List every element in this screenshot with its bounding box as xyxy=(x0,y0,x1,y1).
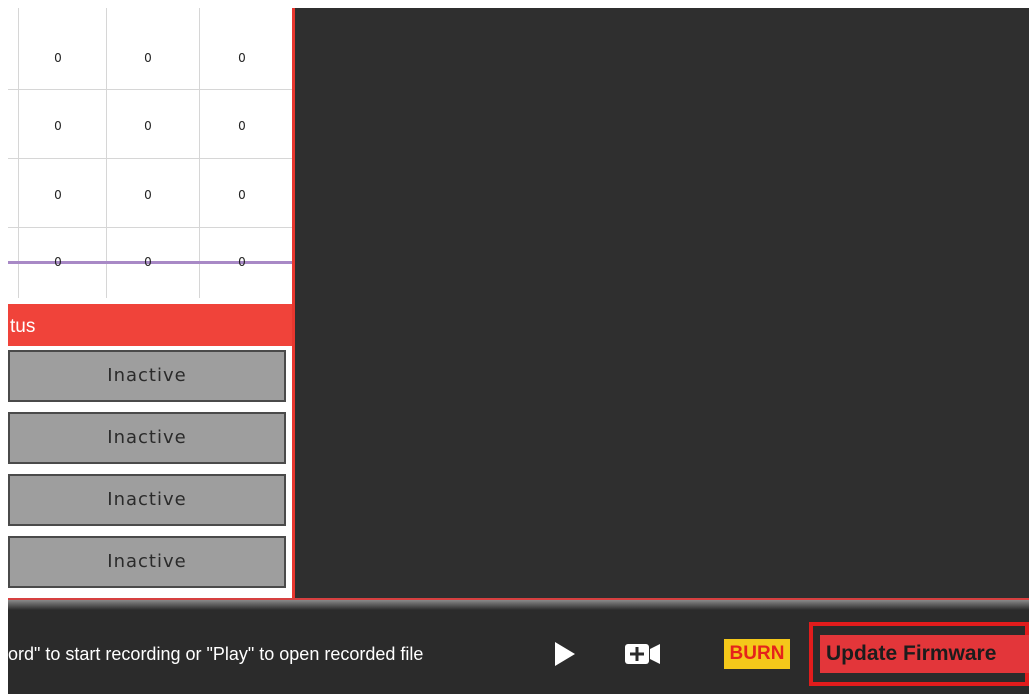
data-grid: 0 0 0 0 0 0 0 0 0 0 0 0 xyxy=(8,8,294,298)
grid-cell[interactable]: 0 xyxy=(28,185,88,205)
grid-cell[interactable]: 0 xyxy=(118,48,178,68)
grid-cell[interactable]: 0 xyxy=(212,252,272,272)
grid-row-line xyxy=(8,227,294,228)
grid-column-line xyxy=(199,8,200,298)
video-display-area xyxy=(295,8,1029,598)
status-item[interactable]: Inactive xyxy=(8,350,286,402)
record-button[interactable] xyxy=(625,642,661,666)
grid-cell[interactable]: 0 xyxy=(28,48,88,68)
grid-row-line xyxy=(8,158,294,159)
status-item[interactable]: Inactive xyxy=(8,474,286,526)
grid-column-line xyxy=(18,8,19,298)
grid-cell[interactable]: 0 xyxy=(212,116,272,136)
grid-cell[interactable]: 0 xyxy=(118,252,178,272)
status-item[interactable]: Inactive xyxy=(8,536,286,588)
grid-row-line xyxy=(8,89,294,90)
grid-cell[interactable]: 0 xyxy=(28,252,88,272)
grid-cell[interactable]: 0 xyxy=(118,185,178,205)
grid-cell[interactable]: 0 xyxy=(212,185,272,205)
grid-cell[interactable]: 0 xyxy=(28,116,88,136)
grid-cell[interactable]: 0 xyxy=(118,116,178,136)
grid-cell[interactable]: 0 xyxy=(212,48,272,68)
play-icon xyxy=(555,642,575,666)
update-firmware-button[interactable]: Update Firmware xyxy=(820,635,1029,673)
status-header: tus xyxy=(8,304,294,346)
left-panel: 0 0 0 0 0 0 0 0 0 0 0 0 tus Inactive Ina… xyxy=(8,8,294,598)
grid-column-line xyxy=(106,8,107,298)
camera-add-icon xyxy=(625,644,660,664)
status-list: Inactive Inactive Inactive Inactive xyxy=(8,346,294,598)
status-item[interactable]: Inactive xyxy=(8,412,286,464)
play-button[interactable] xyxy=(553,641,577,667)
app-window: 0 0 0 0 0 0 0 0 0 0 0 0 tus Inactive Ina… xyxy=(0,0,1029,694)
bottom-toolbar: ord" to start recording or "Play" to ope… xyxy=(8,598,1029,694)
burn-button[interactable]: BURN xyxy=(724,639,790,669)
toolbar-sheen xyxy=(8,600,1029,610)
status-title: tus xyxy=(10,316,36,337)
status-hint-text: ord" to start recording or "Play" to ope… xyxy=(8,644,424,664)
